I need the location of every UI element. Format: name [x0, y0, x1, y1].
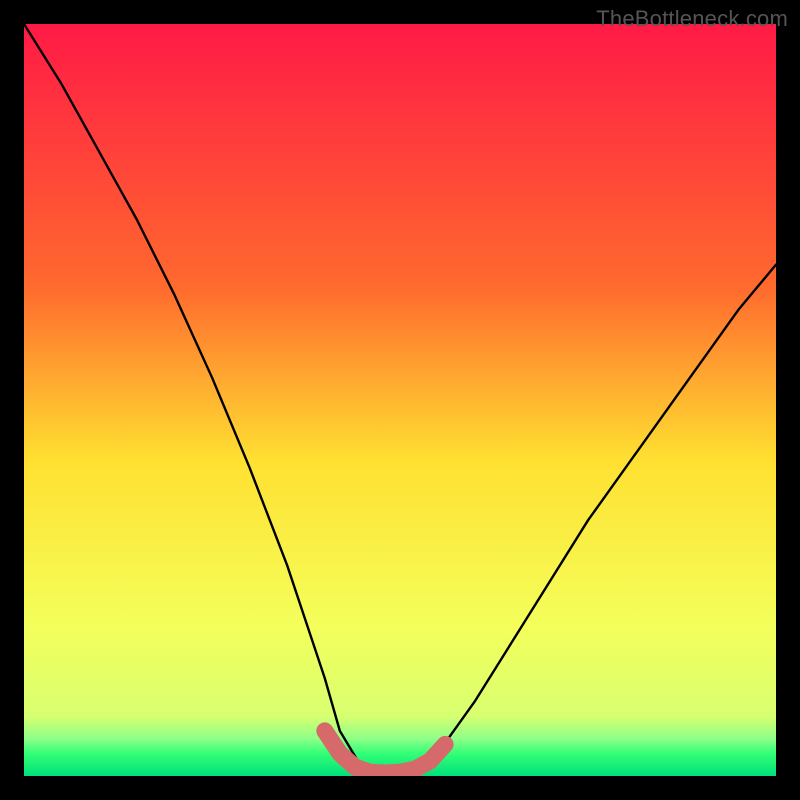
- gradient-background: [24, 24, 776, 776]
- chart-svg: [24, 24, 776, 776]
- chart-frame: TheBottleneck.com: [0, 0, 800, 800]
- plot-area: [24, 24, 776, 776]
- watermark-text: TheBottleneck.com: [596, 6, 788, 32]
